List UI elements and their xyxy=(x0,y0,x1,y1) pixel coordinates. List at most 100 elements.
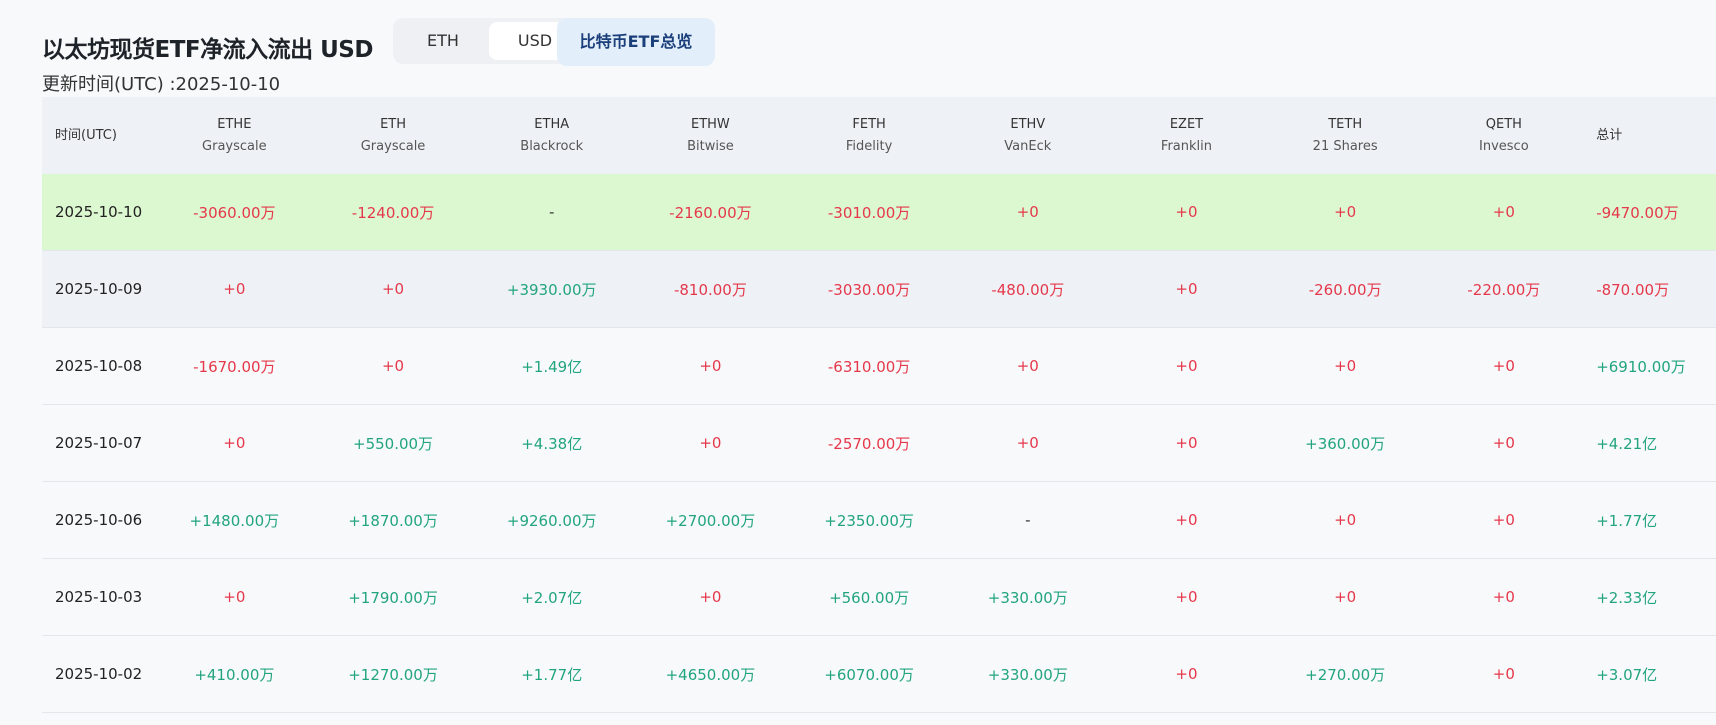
flow-cell: +0 xyxy=(155,558,314,636)
column-ticker: TETH xyxy=(1328,116,1363,132)
flow-cell: +0 xyxy=(1424,174,1584,251)
column-ticker: ETH xyxy=(380,116,406,132)
flow-cell: -480.00万 xyxy=(948,250,1108,328)
column-issuer: Invesco xyxy=(1479,138,1529,154)
toggle-eth[interactable]: ETH xyxy=(397,22,489,60)
flow-cell: +1790.00万 xyxy=(313,558,473,636)
flow-cell: +560.00万 xyxy=(789,558,949,636)
column-header-total: 总计 xyxy=(1583,97,1716,174)
column-ticker: QETH xyxy=(1485,116,1522,132)
row-date: 2025-10-07 xyxy=(42,404,155,482)
flow-cell: +0 xyxy=(1265,481,1425,559)
table-row: 2025-10-06 +1480.00万 +1870.00万 +9260.00万 +27… xyxy=(42,481,1716,559)
flow-cell: -220.00万 xyxy=(1424,250,1584,328)
flow-cell: +0 xyxy=(1424,558,1584,636)
flow-cell: +270.00万 xyxy=(1265,635,1425,713)
flow-cell: +330.00万 xyxy=(948,635,1108,713)
row-date: 2025-10-08 xyxy=(42,327,155,405)
flow-cell: -870.00万 xyxy=(1583,250,1716,328)
flow-cell: +0 xyxy=(1265,327,1425,405)
flow-cell: +1870.00万 xyxy=(313,481,473,559)
flow-cell: +0 xyxy=(1424,635,1584,713)
column-header-etha: ETHA Blackrock xyxy=(472,97,632,174)
flow-cell: +3930.00万 xyxy=(472,250,632,328)
row-date: 2025-10-06 xyxy=(42,481,155,559)
flow-cell: +0 xyxy=(1107,635,1266,713)
flow-cell: +2.33亿 xyxy=(1583,558,1716,636)
row-date: 2025-10-03 xyxy=(42,558,155,636)
flow-cell: -2160.00万 xyxy=(631,174,790,251)
column-header-ethw: ETHW Bitwise xyxy=(631,97,790,174)
flow-cell: -6310.00万 xyxy=(789,327,949,405)
flow-cell: +4650.00万 xyxy=(631,635,790,713)
flow-cell: +0 xyxy=(1107,558,1266,636)
flow-cell: +0 xyxy=(1424,327,1584,405)
flow-cell: -9470.00万 xyxy=(1583,174,1716,251)
flow-cell: +4.38亿 xyxy=(472,404,632,482)
flow-cell: -260.00万 xyxy=(1265,250,1425,328)
row-date: 2025-10-02 xyxy=(42,635,155,713)
column-ticker: EZET xyxy=(1169,116,1204,132)
flow-cell: +9260.00万 xyxy=(472,481,632,559)
column-issuer: Bitwise xyxy=(687,138,734,154)
flow-cell: - xyxy=(948,481,1108,559)
table-row: 2025-10-10 -3060.00万 -1240.00万 - -2160.00万 -3… xyxy=(42,174,1716,251)
flow-cell: -1240.00万 xyxy=(313,174,473,251)
flow-cell: +0 xyxy=(1424,404,1584,482)
table-row: 2025-10-03 +0 +1790.00万 +2.07亿 +0 +560.00万 +33… xyxy=(42,558,1716,636)
btc-etf-overview-button[interactable]: 比特币ETF总览 xyxy=(557,18,715,66)
column-header-ethv: ETHV VanEck xyxy=(948,97,1108,174)
column-issuer: 21 Shares xyxy=(1312,138,1378,154)
flow-cell: +1.77亿 xyxy=(472,635,632,713)
etf-flow-table: 时间(UTC) ETHE Grayscale ETH Grayscale ETHA Blac… xyxy=(42,97,1716,713)
flow-cell: -3060.00万 xyxy=(155,174,314,251)
flow-cell: +1480.00万 xyxy=(155,481,314,559)
flow-cell: +0 xyxy=(631,327,790,405)
column-issuer: VanEck xyxy=(1004,138,1052,154)
flow-cell: +6070.00万 xyxy=(789,635,949,713)
table-header: 时间(UTC) ETHE Grayscale ETH Grayscale ETHA Blac… xyxy=(42,97,1716,174)
flow-cell: +330.00万 xyxy=(948,558,1108,636)
flow-cell: +0 xyxy=(155,404,314,482)
column-issuer: Grayscale xyxy=(360,138,426,154)
flow-cell: +410.00万 xyxy=(155,635,314,713)
flow-cell: +0 xyxy=(155,250,314,328)
table-row: 2025-10-09 +0 +0 +3930.00万 -810.00万 -3030.00万… xyxy=(42,250,1716,328)
column-ticker: ETHV xyxy=(1010,116,1046,132)
flow-cell: +0 xyxy=(1424,481,1584,559)
column-title: 总计 xyxy=(1596,127,1623,143)
flow-cell: +4.21亿 xyxy=(1583,404,1716,482)
column-header-qeth: QETH Invesco xyxy=(1424,97,1584,174)
column-ticker: ETHE xyxy=(217,116,252,132)
page-title: 以太坊现货ETF净流入流出 USD xyxy=(42,37,373,63)
column-ticker: FETH xyxy=(852,116,886,132)
flow-cell: +2.07亿 xyxy=(472,558,632,636)
column-issuer: Franklin xyxy=(1160,138,1212,154)
flow-cell: +3.07亿 xyxy=(1583,635,1716,713)
column-issuer: Blackrock xyxy=(520,138,584,154)
flow-cell: +0 xyxy=(1265,558,1425,636)
column-ticker: ETHA xyxy=(534,116,570,132)
flow-cell: +2700.00万 xyxy=(631,481,790,559)
column-header-ezet: EZET Franklin xyxy=(1107,97,1266,174)
column-header-time: 时间(UTC) xyxy=(42,97,155,174)
column-header-feth: FETH Fidelity xyxy=(789,97,949,174)
update-time: 更新时间(UTC) :2025-10-10 xyxy=(42,74,281,95)
flow-cell: +0 xyxy=(1265,174,1425,251)
flow-cell: +0 xyxy=(948,327,1108,405)
column-title: 时间(UTC) xyxy=(55,127,117,143)
flow-cell: +2350.00万 xyxy=(789,481,949,559)
flow-cell: +0 xyxy=(313,327,473,405)
flow-cell: +0 xyxy=(1107,174,1266,251)
flow-cell: -2570.00万 xyxy=(789,404,949,482)
table-row: 2025-10-02 +410.00万 +1270.00万 +1.77亿 +4650.0… xyxy=(42,635,1716,713)
flow-cell: -3010.00万 xyxy=(789,174,949,251)
flow-cell: +1.49亿 xyxy=(472,327,632,405)
flow-cell: +0 xyxy=(313,250,473,328)
flow-cell: +1270.00万 xyxy=(313,635,473,713)
flow-cell: -810.00万 xyxy=(631,250,790,328)
flow-cell: +0 xyxy=(1107,481,1266,559)
column-issuer: Fidelity xyxy=(845,138,893,154)
row-date: 2025-10-10 xyxy=(42,174,155,251)
table-row: 2025-10-07 +0 +550.00万 +4.38亿 +0 -2570.00万 +0 +… xyxy=(42,404,1716,482)
